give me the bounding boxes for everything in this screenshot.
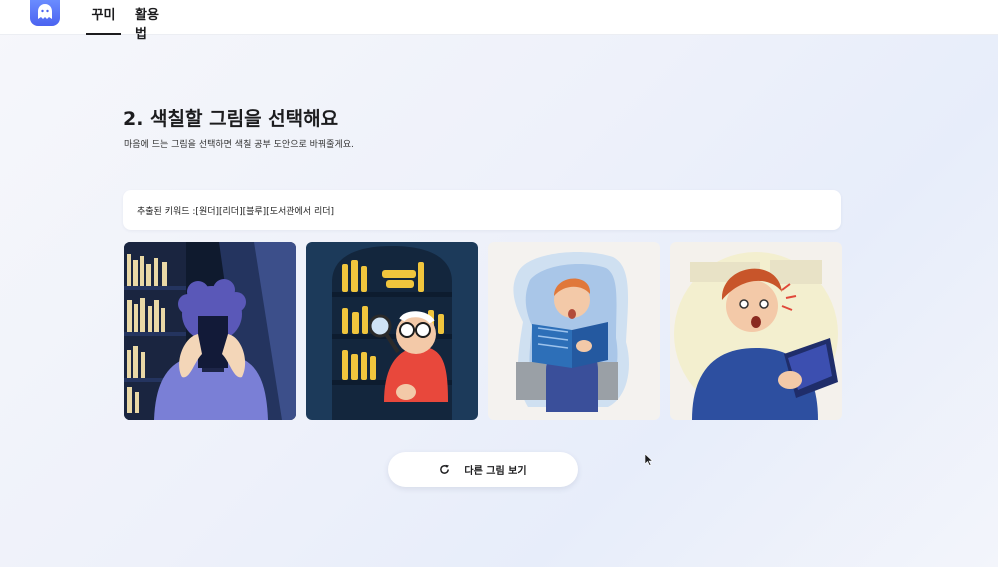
tab-ggumi[interactable]: 꾸미 <box>86 4 121 35</box>
tab-label: 활용법 <box>135 8 159 42</box>
woman-reading-illustration <box>124 242 296 420</box>
boy-reading-illustration <box>488 242 660 420</box>
image-card-4[interactable] <box>670 242 842 420</box>
mouse-cursor-icon <box>644 451 654 470</box>
page-subtitle: 마음에 드는 그림을 선택하면 색칠 공부 도안으로 바꿔줄게요. <box>124 140 354 150</box>
reload-label: 다른 그림 보기 <box>464 466 527 477</box>
image-card-1[interactable] <box>124 242 296 420</box>
refresh-icon <box>439 464 450 475</box>
top-bar: 꾸미 활용법 <box>0 0 998 42</box>
page-title: 2. 색칠할 그림을 선택해요 <box>123 108 339 130</box>
image-card-3[interactable] <box>488 242 660 420</box>
keyword-box: 추출된 키워드 :[원더][리더][블루][도서관에서 리더] <box>123 190 841 230</box>
tab-label: 꾸미 <box>91 8 116 23</box>
ghost-icon <box>38 4 52 19</box>
man-magnifier-illustration <box>306 242 478 420</box>
tab-usage[interactable]: 활용법 <box>135 4 169 42</box>
image-card-2[interactable] <box>306 242 478 420</box>
surprised-man-illustration <box>670 242 842 420</box>
app-logo[interactable] <box>30 0 60 26</box>
keyword-text: 추출된 키워드 :[원더][리더][블루][도서관에서 리더] <box>137 206 335 217</box>
reload-images-button[interactable]: 다른 그림 보기 <box>388 452 578 487</box>
